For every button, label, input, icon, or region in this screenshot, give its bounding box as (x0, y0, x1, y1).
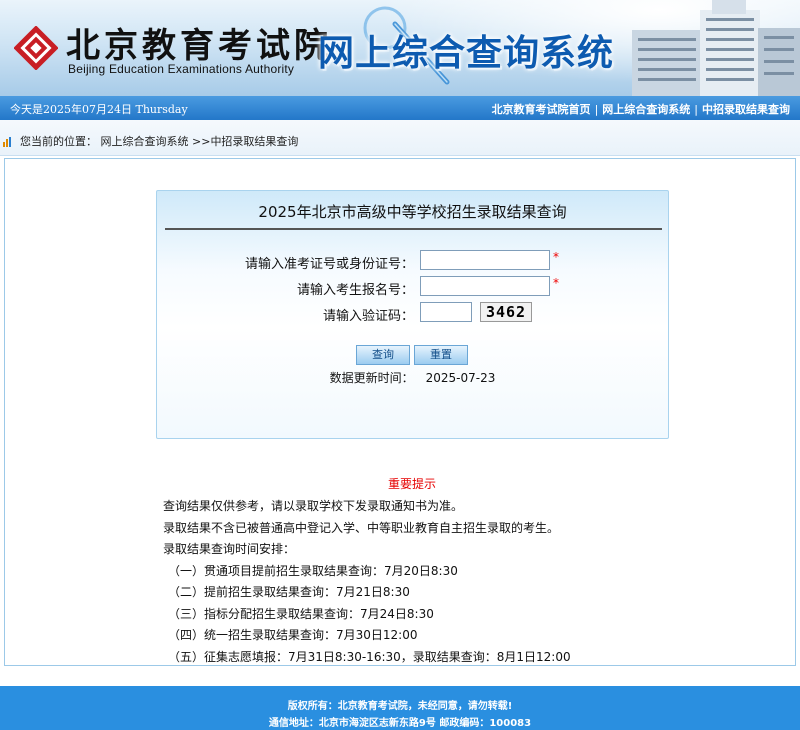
home-link[interactable]: 北京教育考试院首页 (492, 103, 591, 116)
query-system-link[interactable]: 网上综合查询系统 (602, 103, 690, 116)
notice-line: 录取结果查询时间安排： (163, 542, 296, 556)
exam-id-label: 请输入准考证号或身份证号： (244, 257, 414, 272)
captcha-row: 请输入验证码： 3462 (157, 302, 668, 324)
current-date: 今天是2025年07月24日 Thursday (10, 103, 188, 116)
breadcrumb-query-system[interactable]: 网上综合查询系统 (101, 135, 189, 148)
notice-line: （五）征集志愿填报：7月31日8:30-16:30，录取结果查询：8月1日12:… (168, 649, 571, 664)
notice-title: 重要提示 (387, 477, 436, 491)
update-date: 2025-07-23 (425, 371, 496, 385)
captcha-image[interactable]: 3462 (480, 302, 532, 322)
data-update-info: 数据更新时间： 2025-07-23 (157, 369, 668, 386)
query-title: 2025年北京市高级中等学校招生录取结果查询 (258, 203, 567, 221)
required-mark: * (553, 250, 559, 264)
breadcrumb-arrow: >> (192, 135, 211, 148)
building-illustration-icon (632, 0, 800, 96)
notice-line: （二）提前招生录取结果查询：7月21日8:30 (168, 585, 410, 599)
notice-list: 查询结果仅供参考，请以录取学校下发录取通知书为准。 录取结果不含已被普通高中登记… (163, 496, 663, 668)
nav-separator: | (694, 103, 698, 116)
logo-chinese-name: 北京教育考试院 (66, 26, 332, 66)
registration-no-input[interactable] (420, 276, 550, 296)
notice-line: （三）指标分配招生录取结果查询：7月24日8:30 (168, 606, 434, 621)
captcha-input[interactable] (420, 302, 472, 322)
query-form-box: 2025年北京市高级中等学校招生录取结果查询 请输入准考证号或身份证号： * 请… (156, 190, 669, 439)
breadcrumb-current: 中招录取结果查询 (210, 135, 299, 148)
logo-english-name: Beijing Education Examinations Authority (68, 62, 295, 76)
title-divider (165, 228, 662, 230)
notice-line: 查询结果仅供参考，请以录取学校下发录取通知书为准。 (163, 499, 464, 513)
bar-chart-icon (3, 137, 11, 147)
notice-line: （一）贯通项目提前招生录取结果查询：7月20日8:30 (168, 563, 458, 578)
reset-button[interactable]: 重置 (414, 345, 468, 365)
top-nav-links: 北京教育考试院首页 | 网上综合查询系统 | 中招录取结果查询 (492, 101, 790, 117)
exam-id-row: 请输入准考证号或身份证号： * (157, 250, 668, 272)
registration-no-label: 请输入考生报名号： (296, 283, 414, 298)
captcha-label: 请输入验证码： (322, 309, 414, 324)
admission-result-link[interactable]: 中招录取结果查询 (702, 103, 790, 116)
registration-no-row: 请输入考生报名号： * (157, 276, 668, 298)
header-banner: 北京教育考试院 Beijing Education Examinations A… (0, 0, 800, 96)
exam-id-input[interactable] (420, 250, 550, 270)
notice-line: （四）统一招生录取结果查询：7月30日12:00 (168, 628, 418, 642)
footer: 版权所有：北京教育考试院，未经同意，请勿转载! 通信地址：北京市海淀区志新东路9… (0, 686, 800, 730)
nav-separator: | (594, 103, 599, 116)
breadcrumb: 您当前的位置： 网上综合查询系统 >>中招录取结果查询 (0, 120, 800, 156)
update-label: 数据更新时间： (329, 371, 414, 385)
top-status-bar: 今天是2025年07月24日 Thursday 北京教育考试院首页 | 网上综合查询… (0, 96, 800, 120)
site-title: 网上综合查询系统 (318, 33, 615, 74)
notice-line: 录取结果不含已被普通高中登记入学、中等职业教育自主招生录取的考生。 (163, 520, 560, 535)
required-mark: * (553, 276, 559, 290)
footer-copyright: 版权所有：北京教育考试院，未经同意，请勿转载! (287, 701, 513, 712)
breadcrumb-prefix: 您当前的位置： (20, 135, 97, 148)
query-button[interactable]: 查询 (356, 345, 410, 365)
authority-logo-icon (14, 26, 58, 70)
footer-address: 通信地址：北京市海淀区志新东路9号 邮政编码：100083 (268, 718, 532, 729)
